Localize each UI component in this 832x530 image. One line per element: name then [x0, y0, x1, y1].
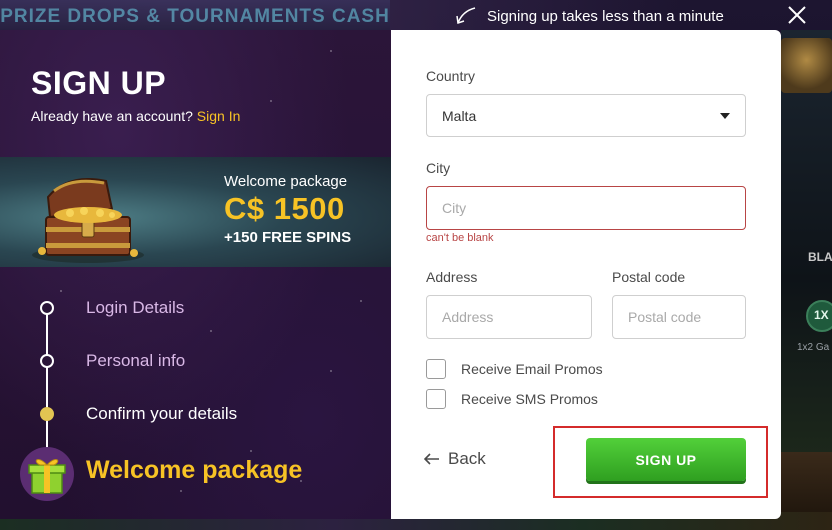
signup-progress-steps: Login Details Personal info Confirm your…	[0, 270, 391, 519]
country-label: Country	[426, 68, 476, 84]
treasure-chest-icon	[32, 178, 144, 263]
step-welcome-package: Welcome package	[86, 456, 303, 484]
progress-line	[46, 308, 48, 458]
sms-promos-label: Receive SMS Promos	[461, 391, 598, 407]
signup-modal: SIGN UP Already have an account? Sign In…	[0, 30, 781, 519]
welcome-package-banner: Welcome package C$ 1500 +150 FREE SPINS	[0, 157, 391, 267]
email-promos-checkbox[interactable]	[426, 359, 446, 379]
step-login-details: Login Details	[86, 298, 185, 317]
city-input[interactable]	[426, 186, 746, 230]
welcome-package-amount: C$ 1500	[224, 191, 345, 226]
signup-form-panel: Country Malta City can't be blank Addres…	[391, 30, 781, 519]
country-select[interactable]: Malta	[426, 94, 746, 137]
step-personal-info: Personal info	[86, 351, 186, 370]
gift-icon	[28, 459, 66, 494]
welcome-package-label: Welcome package	[224, 173, 348, 190]
back-button-label: Back	[448, 449, 486, 468]
signup-submit-button[interactable]: SIGN UP	[586, 438, 746, 481]
background-provider-name: 1x2 Ga	[797, 342, 830, 353]
promo-banner: PRIZE DROPS & TOURNAMENTS CASH PRIZES AL…	[0, 0, 390, 30]
back-button[interactable]: Back	[424, 449, 486, 469]
signup-hint-text: Signing up takes less than a minute	[487, 7, 724, 25]
postal-code-input[interactable]	[612, 295, 746, 339]
close-icon	[788, 6, 806, 24]
signup-title: SIGN UP	[31, 65, 167, 101]
address-input[interactable]	[426, 295, 592, 339]
step-confirm-details: Confirm your details	[86, 404, 238, 423]
account-prompt: Already have an account? Sign In	[31, 108, 240, 124]
close-button[interactable]	[786, 4, 808, 26]
email-promos-option[interactable]: Receive Email Promos	[426, 359, 603, 379]
background-section-label: BLA	[808, 250, 832, 264]
sign-in-link[interactable]: Sign In	[197, 108, 241, 124]
city-error-message: can't be blank	[426, 232, 494, 244]
sms-promos-option[interactable]: Receive SMS Promos	[426, 389, 598, 409]
arrow-left-icon	[424, 453, 439, 465]
sms-promos-checkbox[interactable]	[426, 389, 446, 409]
background-game-thumbnail	[781, 38, 832, 93]
chevron-down-icon	[720, 112, 730, 119]
address-label: Address	[426, 269, 478, 285]
city-label: City	[426, 160, 451, 176]
signup-hint: Signing up takes less than a minute	[455, 5, 724, 27]
background-provider-badge-label: 1X	[814, 308, 829, 322]
email-promos-label: Receive Email Promos	[461, 361, 603, 377]
curved-arrow-icon	[456, 7, 476, 24]
welcome-package-spins: +150 FREE SPINS	[224, 229, 352, 246]
step-dot-login-details	[40, 301, 54, 315]
postal-code-label: Postal code	[612, 269, 686, 285]
signup-info-panel: SIGN UP Already have an account? Sign In…	[0, 30, 391, 519]
country-select-value: Malta	[442, 107, 477, 124]
account-prompt-text: Already have an account?	[31, 108, 197, 124]
step-dot-personal-info	[40, 354, 54, 368]
step-dot-confirm-details	[40, 407, 54, 421]
